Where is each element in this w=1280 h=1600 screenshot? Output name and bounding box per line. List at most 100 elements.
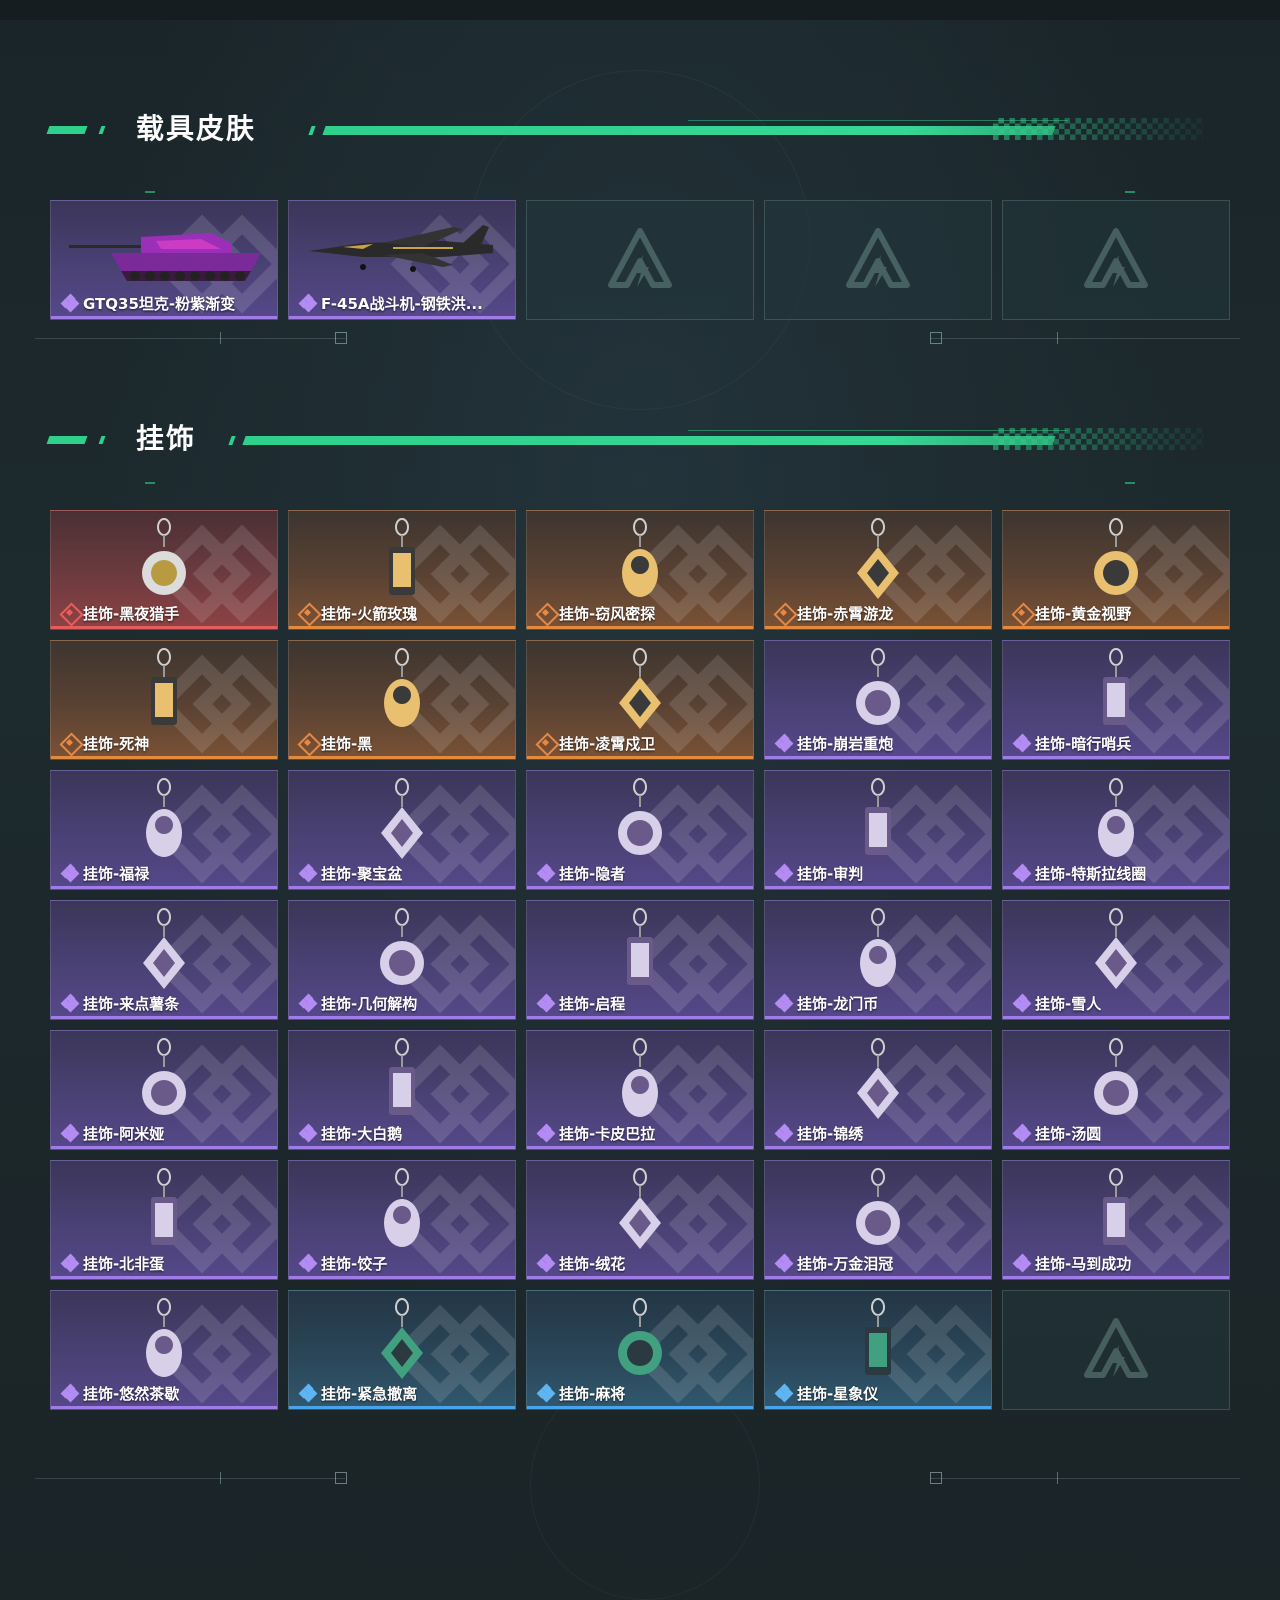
- charm-card[interactable]: 挂饰-绒花: [526, 1160, 754, 1280]
- fries-charm-icon: [129, 907, 199, 997]
- card-label: 挂饰-锦绣: [774, 1122, 863, 1144]
- empty-slot-card[interactable]: [764, 200, 992, 320]
- shadow-sentry-charm-icon: [1081, 647, 1151, 737]
- rarity-diamond-icon: [298, 993, 318, 1013]
- charm-card[interactable]: 挂饰-福禄: [50, 770, 278, 890]
- rarity-bar: [51, 756, 277, 759]
- item-name: GTQ35坦克-粉紫渐变: [83, 294, 236, 313]
- charm-card[interactable]: 挂饰-火箭玫瑰: [288, 510, 516, 630]
- card-label: 挂饰-赤霄游龙: [775, 602, 893, 624]
- rarity-bar: [765, 756, 991, 759]
- charm-card[interactable]: 挂饰-启程: [526, 900, 754, 1020]
- charm-card[interactable]: 挂饰-阿米娅: [50, 1030, 278, 1150]
- item-name: 挂饰-黑: [321, 734, 373, 753]
- judgement-card-charm-icon: [843, 777, 913, 867]
- charm-card[interactable]: 挂饰-星象仪: [764, 1290, 992, 1410]
- charm-card[interactable]: 挂饰-黄金视野: [1002, 510, 1230, 630]
- card-label: 挂饰-紧急撤离: [298, 1382, 417, 1404]
- rock-cannon-charm-icon: [843, 647, 913, 737]
- pink-purple-tank-icon: [69, 233, 261, 281]
- deco-box: [930, 1472, 942, 1484]
- empty-slot-card[interactable]: [1002, 200, 1230, 320]
- charm-card[interactable]: 挂饰-龙门币: [764, 900, 992, 1020]
- rarity-bar: [289, 1016, 515, 1019]
- charm-card[interactable]: 挂饰-死神: [50, 640, 278, 760]
- card-label: 挂饰-黄金视野: [1013, 602, 1131, 624]
- rarity-bar: [1003, 886, 1229, 889]
- rarity-diamond-icon: [61, 604, 79, 622]
- rocket-rose-charm-icon: [367, 517, 437, 607]
- deco-tick: [220, 332, 221, 344]
- rarity-diamond-icon: [1012, 733, 1032, 753]
- charm-card[interactable]: 挂饰-锦绣: [764, 1030, 992, 1150]
- item-name: 挂饰-聚宝盆: [321, 864, 403, 883]
- edge-mark: [145, 482, 155, 484]
- amiya-charm-icon: [129, 1037, 199, 1127]
- charm-card[interactable]: 挂饰-几何解构: [288, 900, 516, 1020]
- charm-card[interactable]: 挂饰-雪人: [1002, 900, 1230, 1020]
- empty-slot-logo-icon: [846, 228, 910, 288]
- rarity-diamond-icon: [1013, 604, 1031, 622]
- charm-card[interactable]: 挂饰-卡皮巴拉: [526, 1030, 754, 1150]
- charm-card[interactable]: 挂饰-北非蛋: [50, 1160, 278, 1280]
- card-label: 挂饰-暗行哨兵: [1012, 732, 1131, 754]
- rarity-bar: [51, 886, 277, 889]
- item-name: 挂饰-几何解构: [321, 994, 418, 1013]
- card-label: 挂饰-卡皮巴拉: [536, 1122, 655, 1144]
- charm-card[interactable]: 挂饰-赤霄游龙: [764, 510, 992, 630]
- charm-card[interactable]: 挂饰-特斯拉线圈: [1002, 770, 1230, 890]
- card-label: 挂饰-大白鹅: [298, 1122, 402, 1144]
- rarity-diamond-icon: [1012, 1123, 1032, 1143]
- card-label: 挂饰-福禄: [60, 862, 149, 884]
- card-label: 挂饰-龙门币: [774, 992, 878, 1014]
- charm-grid: 挂饰-黑夜猎手 挂饰-火箭玫瑰 挂饰-窃风密探 挂饰-赤霄游龙 挂饰-黄金视野挂饰-死神…: [50, 510, 1230, 1410]
- card-label: F-45A战斗机-钢铁洪...: [298, 292, 483, 314]
- rarity-diamond-icon: [60, 863, 80, 883]
- charm-card[interactable]: 挂饰-马到成功: [1002, 1160, 1230, 1280]
- charm-card[interactable]: 挂饰-万金泪冠: [764, 1160, 992, 1280]
- rarity-bar: [765, 626, 991, 629]
- rarity-diamond-icon: [774, 993, 794, 1013]
- rarity-bar: [765, 1406, 991, 1409]
- empty-slot-card[interactable]: [526, 200, 754, 320]
- rarity-bar: [1003, 626, 1229, 629]
- item-name: 挂饰-饺子: [321, 1254, 388, 1273]
- vehicle-skin-card[interactable]: GTQ35坦克-粉紫渐变: [50, 200, 278, 320]
- charm-card[interactable]: 挂饰-暗行哨兵: [1002, 640, 1230, 760]
- item-name: 挂饰-凌霄戍卫: [559, 734, 656, 753]
- rarity-diamond-icon: [299, 604, 317, 622]
- vehicle-skin-grid: GTQ35坦克-粉紫渐变 F-45A战斗机-钢铁洪...: [50, 200, 1230, 320]
- black-tag-charm-icon: [367, 647, 437, 737]
- empty-slot-card[interactable]: [1002, 1290, 1230, 1410]
- charm-card[interactable]: 挂饰-黑夜猎手: [50, 510, 278, 630]
- rarity-diamond-icon: [774, 1383, 794, 1403]
- item-name: 挂饰-特斯拉线圈: [1035, 864, 1147, 883]
- rarity-diamond-icon: [536, 1123, 556, 1143]
- item-name: 挂饰-赤霄游龙: [797, 604, 894, 623]
- charm-card[interactable]: 挂饰-大白鹅: [288, 1030, 516, 1150]
- rarity-bar: [1003, 1276, 1229, 1279]
- charm-card[interactable]: 挂饰-崩岩重炮: [764, 640, 992, 760]
- charm-card[interactable]: 挂饰-麻将: [526, 1290, 754, 1410]
- card-label: 挂饰-窃风密探: [537, 602, 655, 624]
- charm-card[interactable]: 挂饰-审判: [764, 770, 992, 890]
- charm-card[interactable]: 挂饰-紧急撤离: [288, 1290, 516, 1410]
- charm-card[interactable]: 挂饰-悠然茶歇: [50, 1290, 278, 1410]
- charm-card[interactable]: 挂饰-聚宝盆: [288, 770, 516, 890]
- charm-card[interactable]: 挂饰-凌霄戍卫: [526, 640, 754, 760]
- charm-card[interactable]: 挂饰-窃风密探: [526, 510, 754, 630]
- charm-card[interactable]: 挂饰-来点薯条: [50, 900, 278, 1020]
- night-hunter-charm-icon: [129, 517, 199, 607]
- rarity-diamond-icon: [1012, 993, 1032, 1013]
- charm-card[interactable]: 挂饰-汤圆: [1002, 1030, 1230, 1150]
- rarity-bar: [51, 1146, 277, 1149]
- section-title-vehicle: 载具皮肤: [136, 112, 257, 145]
- vehicle-skin-card[interactable]: F-45A战斗机-钢铁洪...: [288, 200, 516, 320]
- charm-card[interactable]: 挂饰-饺子: [288, 1160, 516, 1280]
- treasure-bowl-charm-icon: [367, 777, 437, 867]
- charm-card[interactable]: 挂饰-隐者: [526, 770, 754, 890]
- charm-card[interactable]: 挂饰-黑: [288, 640, 516, 760]
- item-name: 挂饰-窃风密探: [559, 604, 656, 623]
- header-bar: [322, 126, 1056, 135]
- astrolabe-charm-icon: [843, 1297, 913, 1387]
